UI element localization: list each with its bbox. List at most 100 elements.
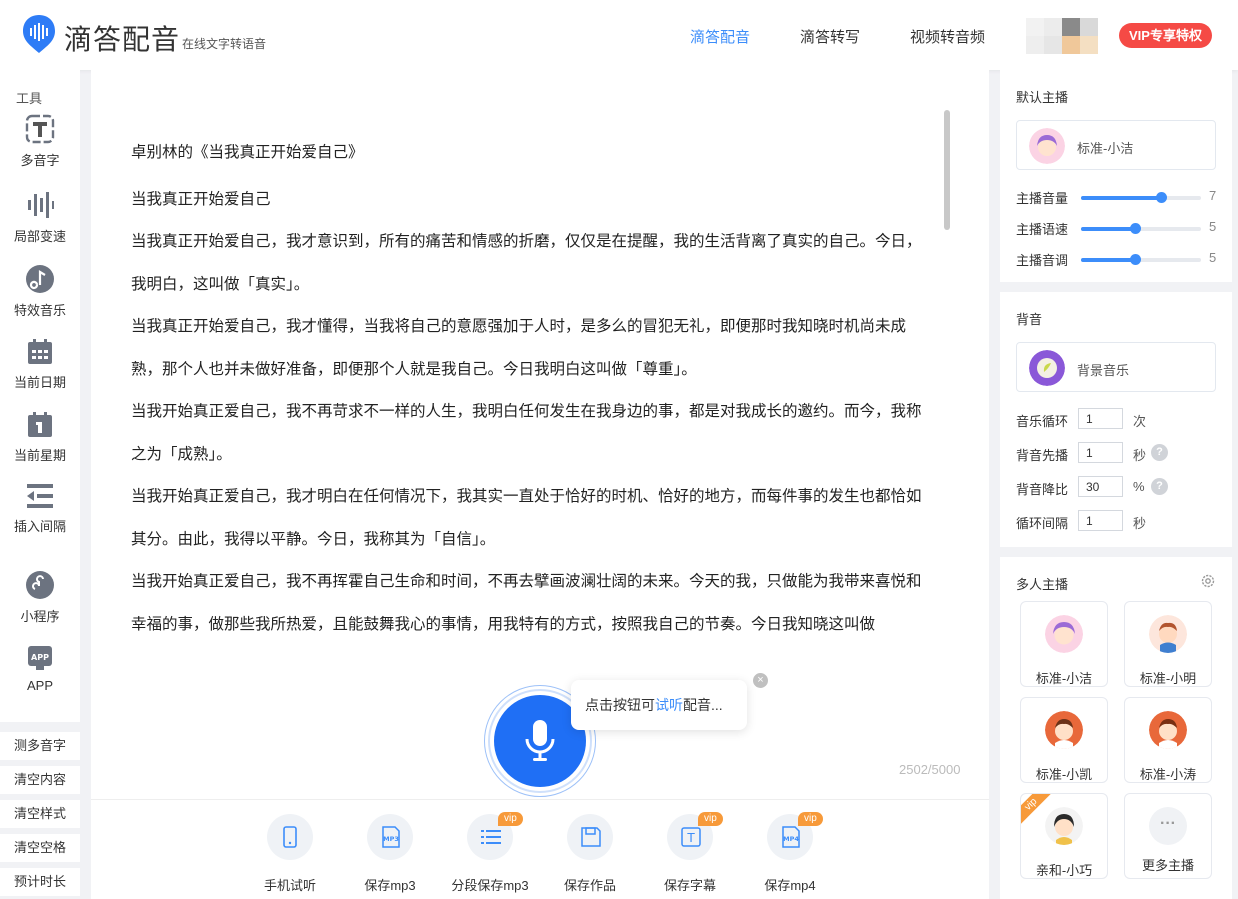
slider-knob[interactable] xyxy=(1156,192,1168,203)
phone-preview-button[interactable]: 手机试听 xyxy=(240,814,340,894)
bgm-lead-field[interactable]: 背音先播 秒 ? xyxy=(1016,442,1226,464)
anchor-card-xiaojie[interactable]: 标准-小洁 xyxy=(1020,601,1108,687)
anchor-name: 亲和-小巧 xyxy=(1035,863,1093,878)
character-count: 2502/5000 xyxy=(899,762,961,777)
anchor-avatar xyxy=(1045,711,1083,749)
anchor-avatar xyxy=(1149,615,1187,653)
microphone-icon xyxy=(525,720,555,761)
tool-polyphone[interactable]: 多音字 xyxy=(0,114,80,169)
editor-scrollbar[interactable] xyxy=(944,110,950,230)
editor-paragraph: 当我真正开始爱自己 xyxy=(131,190,271,208)
editor-paragraph: 当我开始真正爱自己，我才明白在任何情况下，我其实一直处于恰好的时机、恰好的地方，… xyxy=(131,488,922,548)
slider-knob[interactable] xyxy=(1130,223,1141,234)
save-mp3-button[interactable]: MP3 保存mp3 xyxy=(340,814,440,894)
test-polyphone-button[interactable]: 测多音字 xyxy=(0,732,80,760)
editor-content[interactable]: 卓别林的《当我真正开始爱自己》 当我真正开始爱自己 当我真正开始爱自己，我才意识… xyxy=(131,132,931,646)
vip-tag: vip xyxy=(698,812,723,826)
segment-save-mp3-button[interactable]: vip 分段保存mp3 xyxy=(440,812,540,894)
editor-paragraph: 当我真正开始爱自己，我才意识到，所有的痛苦和情感的折磨，仅仅是在提醒，我的生活背… xyxy=(131,233,922,293)
calendar-icon xyxy=(28,339,52,364)
clear-spaces-button[interactable]: 清空空格 xyxy=(0,834,80,862)
field-unit: % xyxy=(1133,479,1145,494)
tooltip-close-icon[interactable]: × xyxy=(753,673,768,688)
tool-label: 小程序 xyxy=(20,609,60,624)
tool-mini-program[interactable]: 小程序 xyxy=(0,570,80,625)
lead-seconds-input[interactable] xyxy=(1078,442,1123,463)
multi-anchor-title: 多人主播 xyxy=(1016,577,1069,592)
top-header: 滴答配音 在线文字转语音 滴答配音 滴答转写 视频转音频 VIP专享特权 xyxy=(0,0,1238,70)
bgm-card[interactable]: 背景音乐 xyxy=(1016,342,1216,392)
gear-icon[interactable] xyxy=(1200,573,1216,589)
toolbar-label: 保存mp3 xyxy=(364,878,416,893)
brand-tagline: 在线文字转语音 xyxy=(182,37,267,51)
anchor-name: 更多主播 xyxy=(1141,858,1194,873)
subtitle-icon: T xyxy=(681,827,701,847)
bgm-interval-field[interactable]: 循环间隔 秒 xyxy=(1016,510,1226,532)
save-subtitle-button[interactable]: T vip 保存字幕 xyxy=(640,812,740,894)
polyphone-icon xyxy=(25,114,55,144)
slider-track[interactable] xyxy=(1081,192,1201,203)
vip-privilege-button[interactable]: VIP专享特权 xyxy=(1119,23,1212,48)
default-anchor-card[interactable]: 标准-小洁 xyxy=(1016,120,1216,170)
anchor-card-xiaoming[interactable]: 标准-小明 xyxy=(1124,601,1212,687)
slider-fill xyxy=(1081,196,1162,200)
duck-ratio-input[interactable] xyxy=(1078,476,1123,497)
slider-knob[interactable] xyxy=(1130,254,1141,265)
toolbar-label: 保存字幕 xyxy=(663,878,716,893)
list-icon xyxy=(481,830,501,844)
tool-current-weekday[interactable]: 当前星期 xyxy=(0,411,80,464)
more-anchors-card[interactable]: ··· 更多主播 xyxy=(1124,793,1212,879)
tool-app[interactable]: APP APP xyxy=(0,644,80,693)
pitch-slider[interactable]: 主播音调 5 xyxy=(1016,249,1226,269)
clear-content-button[interactable]: 清空内容 xyxy=(0,766,80,794)
slider-track[interactable] xyxy=(1081,223,1201,234)
save-work-button[interactable]: 保存作品 xyxy=(540,814,640,894)
field-label: 背音降比 xyxy=(1016,482,1069,497)
tool-insert-pause[interactable]: 插入间隔 xyxy=(0,482,80,535)
nav-video-to-audio[interactable]: 视频转音频 xyxy=(910,26,985,47)
mp3-icon-text: MP3 xyxy=(383,835,399,843)
insert-gap-icon xyxy=(27,484,53,508)
tool-label: APP xyxy=(26,678,53,693)
tool-effect-music[interactable]: 特效音乐 xyxy=(0,264,80,319)
anchor-card-xiaotao[interactable]: 标准-小涛 xyxy=(1124,697,1212,783)
speed-slider[interactable]: 主播语速 5 xyxy=(1016,218,1226,238)
slider-track[interactable] xyxy=(1081,254,1201,265)
field-label: 背音先播 xyxy=(1016,448,1069,463)
anchor-card-xiaokai[interactable]: 标准-小凯 xyxy=(1020,697,1108,783)
bgm-loop-field[interactable]: 音乐循环 次 xyxy=(1016,408,1226,430)
tool-local-speed[interactable]: 局部变速 xyxy=(0,190,80,245)
field-label: 循环间隔 xyxy=(1016,516,1069,531)
estimate-duration-button[interactable]: 预计时长 xyxy=(0,868,80,896)
text-editor[interactable]: 卓别林的《当我真正开始爱自己》 当我真正开始爱自己 当我真正开始爱自己，我才意识… xyxy=(91,70,989,799)
slider-label: 主播音量 xyxy=(1016,191,1069,206)
slider-value: 5 xyxy=(1209,219,1217,234)
tools-title: 工具 xyxy=(16,91,43,106)
tool-current-date[interactable]: 当前日期 xyxy=(0,338,80,391)
user-avatar[interactable] xyxy=(1026,18,1098,54)
loop-interval-input[interactable] xyxy=(1078,510,1123,531)
preview-tooltip: 点击按钮可试听配音... xyxy=(571,680,747,730)
nav-transcribe[interactable]: 滴答转写 xyxy=(800,26,860,47)
vip-tag: vip xyxy=(798,812,823,826)
slider-fill xyxy=(1081,258,1135,262)
tool-label: 当前星期 xyxy=(13,448,66,463)
slider-label: 主播语速 xyxy=(1016,222,1069,237)
clear-style-button[interactable]: 清空样式 xyxy=(0,800,80,828)
field-unit: 次 xyxy=(1133,414,1147,429)
save-mp4-button[interactable]: MP4 vip 保存mp4 xyxy=(740,812,840,894)
anchor-card-xiaoqiao[interactable]: vip 亲和-小巧 xyxy=(1020,793,1108,879)
volume-slider[interactable]: 主播音量 7 xyxy=(1016,187,1226,207)
anchor-avatar xyxy=(1029,128,1065,164)
loop-count-input[interactable] xyxy=(1078,408,1123,429)
help-icon[interactable]: ? xyxy=(1151,478,1168,495)
bottom-toolbar: 手机试听 MP3 保存mp3 vip 分段保存mp3 保存作品 T vip 保存… xyxy=(91,799,989,899)
tool-label: 局部变速 xyxy=(13,229,66,244)
nav-dubbing[interactable]: 滴答配音 xyxy=(690,26,750,47)
music-disc-icon xyxy=(1029,350,1065,386)
anchor-name: 标准-小凯 xyxy=(1035,767,1093,782)
bgm-ratio-field[interactable]: 背音降比 % ? xyxy=(1016,476,1226,498)
bgm-title: 背音 xyxy=(1016,312,1043,327)
field-label: 音乐循环 xyxy=(1016,414,1069,429)
help-icon[interactable]: ? xyxy=(1151,444,1168,461)
